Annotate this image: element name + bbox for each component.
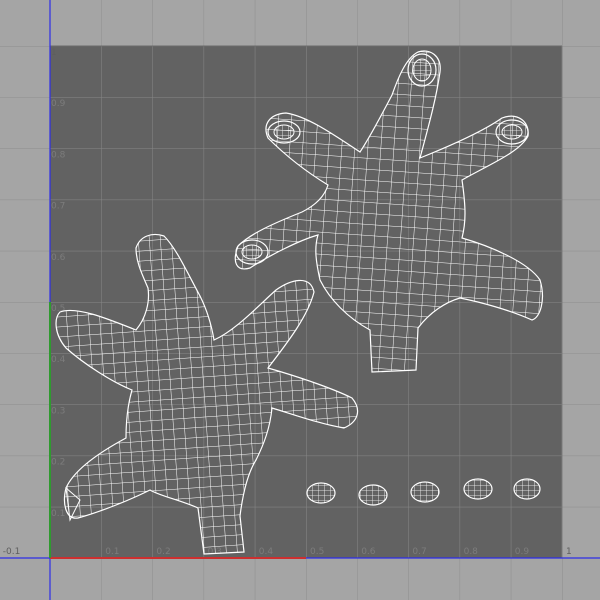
u-tick-label: -0.1	[3, 547, 21, 557]
v-tick-label: 0.7	[51, 202, 65, 212]
u-tick-label: 0.4	[259, 547, 274, 557]
v-tick-label: 0.9	[51, 99, 66, 109]
u-tick-label: 0.8	[464, 547, 479, 557]
v-tick-label: 0.8	[51, 150, 66, 160]
small-uv-shell-1[interactable]	[306, 482, 336, 504]
u-tick-label: 0.9	[515, 547, 530, 557]
uv-editor-viewport[interactable]: -0.1 0.1 0.2 0.3 0.4 0.5 0.6 0.7 0.8 0.9 1 1 0.9 0.8…	[0, 0, 600, 600]
v-tick-label: 0.4	[51, 355, 66, 365]
u-tick-label: 0.1	[105, 547, 119, 557]
u-tick-label: 1	[566, 547, 572, 557]
v-tick-label: 0.3	[51, 406, 65, 416]
u-tick-label: 0.7	[412, 547, 426, 557]
v-tick-label: 1	[51, 48, 57, 58]
v-tick-label: 0.6	[51, 253, 66, 263]
v-tick-label: 0.1	[51, 509, 65, 519]
small-uv-shell-4[interactable]	[463, 478, 493, 500]
u-tick-label: 0.6	[361, 547, 376, 557]
v-tick-label: 0.2	[51, 458, 65, 468]
u-tick-label: 0.5	[310, 547, 324, 557]
small-uv-shell-3[interactable]	[410, 481, 440, 503]
small-uv-shell-5[interactable]	[513, 478, 541, 500]
small-uv-shell-2[interactable]	[358, 484, 388, 506]
u-tick-label: 0.2	[156, 547, 170, 557]
